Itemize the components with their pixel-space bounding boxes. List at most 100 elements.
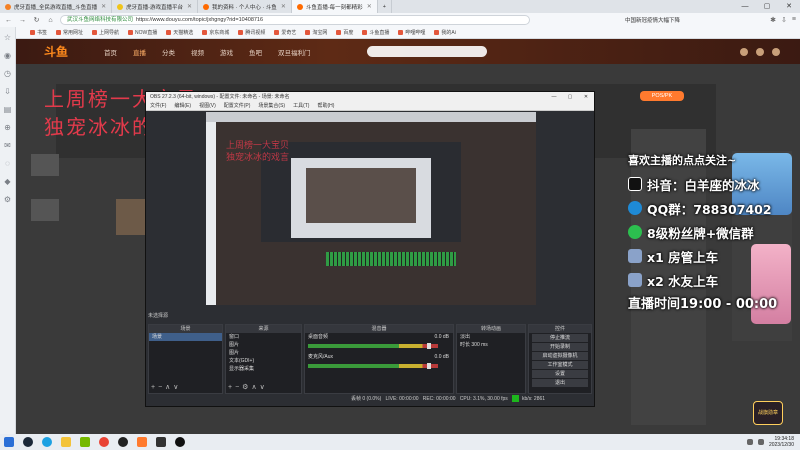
transition-type-select[interactable]: 淡出 <box>457 333 525 341</box>
bookmark-item[interactable]: 京东商城 <box>202 29 229 36</box>
browser-tab-4-active[interactable]: 斗鱼直播-每一刻都精彩 ✕ <box>291 0 378 13</box>
chrome-icon[interactable] <box>99 437 109 447</box>
gift-thumbnail[interactable] <box>31 154 59 176</box>
bookmark-item[interactable]: 书签 <box>30 29 47 36</box>
minimize-button[interactable]: — <box>546 92 562 102</box>
menu-icon[interactable]: ≡ <box>792 16 796 24</box>
bookmark-item[interactable]: 我的Ai <box>434 29 456 36</box>
qq-icon[interactable] <box>118 437 128 447</box>
nav-video[interactable]: 视频 <box>191 47 204 57</box>
clock-icon[interactable]: ◷ <box>0 69 15 81</box>
virtual-camera-button[interactable]: 启动虚拟摄像机 <box>532 352 588 360</box>
settings-button[interactable]: 设置 <box>532 370 588 378</box>
star-icon[interactable]: ☆ <box>0 33 15 45</box>
new-tab-button[interactable]: + <box>378 0 392 13</box>
back-icon[interactable]: ← <box>4 17 13 24</box>
bookmark-item[interactable]: 爱奇艺 <box>274 29 296 36</box>
bookmark-item[interactable]: 淘宝网 <box>305 29 327 36</box>
volume-slider[interactable] <box>427 343 431 349</box>
home-icon[interactable]: ⌂ <box>46 17 55 24</box>
refresh-icon[interactable]: ↻ <box>32 16 41 24</box>
menu-scene-collection[interactable]: 场景集合(S) <box>258 102 285 110</box>
obs-icon[interactable] <box>175 437 185 447</box>
user-icon[interactable]: ◉ <box>0 51 15 63</box>
tab-close-icon[interactable]: ✕ <box>101 3 106 10</box>
obs-preview[interactable]: 上周榜一大宝贝 独宠冰冰的戏言 <box>206 112 536 305</box>
cart-icon[interactable]: ⊕ <box>0 123 15 135</box>
browser-tab-1[interactable]: 虎牙直播_全民游戏直播_斗鱼直播 ✕ <box>0 0 113 13</box>
bookmark-item[interactable]: 上网导航 <box>92 29 119 36</box>
tab-close-icon[interactable]: ✕ <box>281 3 286 10</box>
clock[interactable]: 19:34:18 2023/12/30 <box>769 436 794 448</box>
gift-thumbnail[interactable] <box>31 199 59 221</box>
nav-game[interactable]: 游戏 <box>220 47 233 57</box>
douyu-icon[interactable] <box>137 437 147 447</box>
mail-icon[interactable]: ✉ <box>0 141 15 153</box>
message-icon[interactable] <box>756 47 764 56</box>
volume-slider[interactable] <box>427 363 431 369</box>
bookmark-item[interactable]: NOW直播 <box>128 29 157 36</box>
menu-help[interactable]: 帮助(H) <box>317 102 334 110</box>
studio-mode-button[interactable]: 工作室模式 <box>532 361 588 369</box>
extensions-icon[interactable]: ✱ <box>770 16 776 24</box>
game-icon[interactable] <box>156 437 166 447</box>
menu-view[interactable]: 视图(V) <box>199 102 216 110</box>
windows-start-icon[interactable] <box>4 437 14 447</box>
close-window-button[interactable]: ✕ <box>778 0 800 13</box>
source-item[interactable]: 窗口 <box>226 333 301 341</box>
exit-button[interactable]: 退出 <box>532 379 588 387</box>
edge-icon[interactable] <box>42 437 52 447</box>
nav-event[interactable]: 双旦福利门 <box>278 47 311 57</box>
url-input[interactable]: 武汉斗鱼网络科技有限公司 https://www.douyu.com/topic/… <box>60 15 530 25</box>
chat-icon[interactable]: ◌ <box>0 159 15 171</box>
game-icon[interactable]: ◆ <box>0 177 15 189</box>
source-item[interactable]: 文本(GDI+) <box>226 357 301 365</box>
source-controls[interactable]: +−⚙∧∨ <box>228 383 268 391</box>
browser-tab-3[interactable]: 我的资料 · 个人中心 · 斗鱼 ✕ <box>198 0 292 13</box>
file-explorer-icon[interactable] <box>61 437 71 447</box>
bookmark-item[interactable]: 哔哩哔哩 <box>398 29 425 36</box>
source-item[interactable]: 显示器采集 <box>226 365 301 373</box>
maximize-button[interactable]: ▢ <box>562 92 578 102</box>
menu-file[interactable]: 文件(F) <box>150 102 166 110</box>
avatar[interactable] <box>772 47 780 56</box>
menu-tools[interactable]: 工具(T) <box>293 102 309 110</box>
bookmark-item[interactable]: 腾讯视频 <box>238 29 265 36</box>
pos-pk-button[interactable]: POS/PK <box>640 91 684 101</box>
douyu-logo[interactable]: 斗鱼 <box>44 43 68 60</box>
tab-close-icon[interactable]: ✕ <box>187 3 192 10</box>
bookmark-item[interactable]: 斗鱼直播 <box>362 29 389 36</box>
nav-yuba[interactable]: 鱼吧 <box>249 47 262 57</box>
note-icon[interactable]: ▤ <box>0 105 15 117</box>
tab-close-icon[interactable]: ✕ <box>367 3 372 10</box>
close-window-button[interactable]: ✕ <box>578 92 594 102</box>
maximize-button[interactable]: ▢ <box>756 0 778 13</box>
nvidia-icon[interactable] <box>80 437 90 447</box>
forward-icon[interactable]: → <box>18 17 27 24</box>
nav-category[interactable]: 分类 <box>162 47 175 57</box>
menu-edit[interactable]: 编辑(E) <box>174 102 191 110</box>
source-item[interactable]: 图片 <box>226 341 301 349</box>
network-icon[interactable] <box>746 439 753 445</box>
stop-streaming-button[interactable]: 停止推流 <box>532 334 588 342</box>
download-icon[interactable]: ⇩ <box>0 87 15 99</box>
transition-duration[interactable]: 时长 300 ms <box>457 341 525 349</box>
nav-live[interactable]: 直播 <box>133 47 146 57</box>
menu-profile[interactable]: 配置文件(P) <box>224 102 251 110</box>
bookmark-item[interactable]: 常用网址 <box>56 29 83 36</box>
scene-controls[interactable]: +−∧∨ <box>151 383 181 391</box>
news-search-hint[interactable]: 中国新冠疫情大幅下降 <box>625 16 680 24</box>
bookmark-item[interactable]: 天猫精选 <box>166 29 193 36</box>
history-icon[interactable] <box>740 47 748 56</box>
start-recording-button[interactable]: 开始录制 <box>532 343 588 351</box>
douyu-search-input[interactable] <box>366 46 487 57</box>
nav-home[interactable]: 首页 <box>104 47 117 57</box>
download-icon[interactable]: ⇩ <box>781 16 787 24</box>
volume-icon[interactable] <box>757 439 764 445</box>
minimize-button[interactable]: — <box>734 0 756 13</box>
badge-logo[interactable]: 战旗勋章 <box>753 401 783 425</box>
settings-icon[interactable]: ⚙ <box>0 195 15 207</box>
bookmark-item[interactable]: 百度 <box>336 29 353 36</box>
scene-item[interactable]: 场景 <box>149 333 222 341</box>
browser-tab-2[interactable]: 虎牙直播-游戏直播平台 ✕ <box>112 0 199 13</box>
